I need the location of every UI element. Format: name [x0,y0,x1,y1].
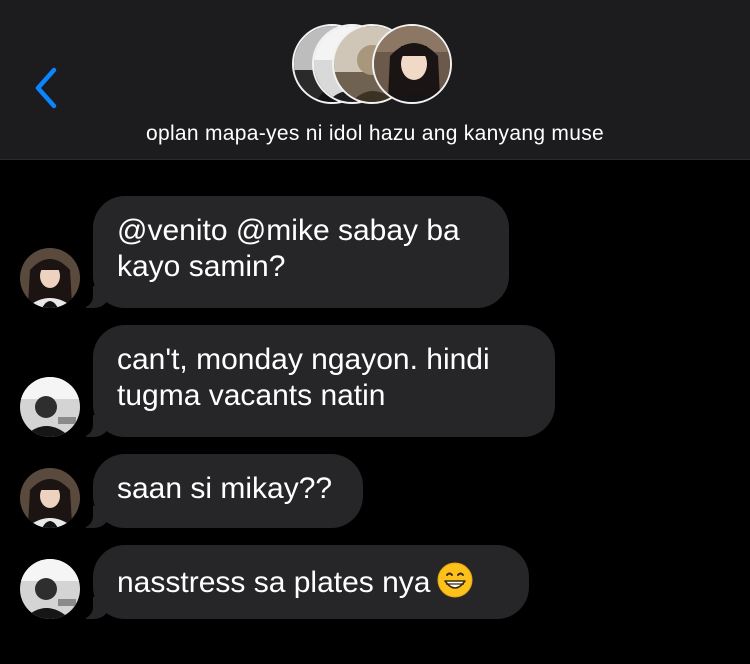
grinning-face-emoji [437,562,472,598]
group-title[interactable]: oplan mapa-yes ni idol hazu ang kanyang … [0,122,750,146]
sender-avatar[interactable] [20,248,80,308]
message-bubble[interactable]: can't, monday ngayon. hindi tugma vacant… [80,325,555,437]
message-bubble[interactable]: saan si mikay?? [80,454,363,528]
sender-avatar[interactable] [20,559,80,619]
message-text: can't, monday ngayon. hindi tugma vacant… [117,343,490,412]
message-text: saan si mikay?? [117,472,333,505]
group-member-avatar [372,24,452,104]
back-button[interactable] [26,62,66,114]
message-bubble[interactable]: @venito @mike sabay ba kayo samin? [80,196,509,308]
group-avatar-stack[interactable] [292,24,458,108]
message-row: can't, monday ngayon. hindi tugma vacant… [0,325,750,437]
sender-avatar[interactable] [20,468,80,528]
chevron-left-icon [35,67,57,109]
message-text: nasstress sa plates nya [117,566,431,599]
message-content: nasstress sa plates nya [117,562,505,601]
chat-screen: oplan mapa-yes ni idol hazu ang kanyang … [0,0,750,664]
message-row: nasstress sa plates nya [0,545,750,619]
message-bubble[interactable]: nasstress sa plates nya [80,545,529,619]
message-row: saan si mikay?? [0,454,750,528]
sender-avatar[interactable] [20,377,80,437]
chat-header: oplan mapa-yes ni idol hazu ang kanyang … [0,0,750,160]
message-row: @venito @mike sabay ba kayo samin? [0,196,750,308]
message-text: @venito @mike sabay ba kayo samin? [117,214,460,283]
